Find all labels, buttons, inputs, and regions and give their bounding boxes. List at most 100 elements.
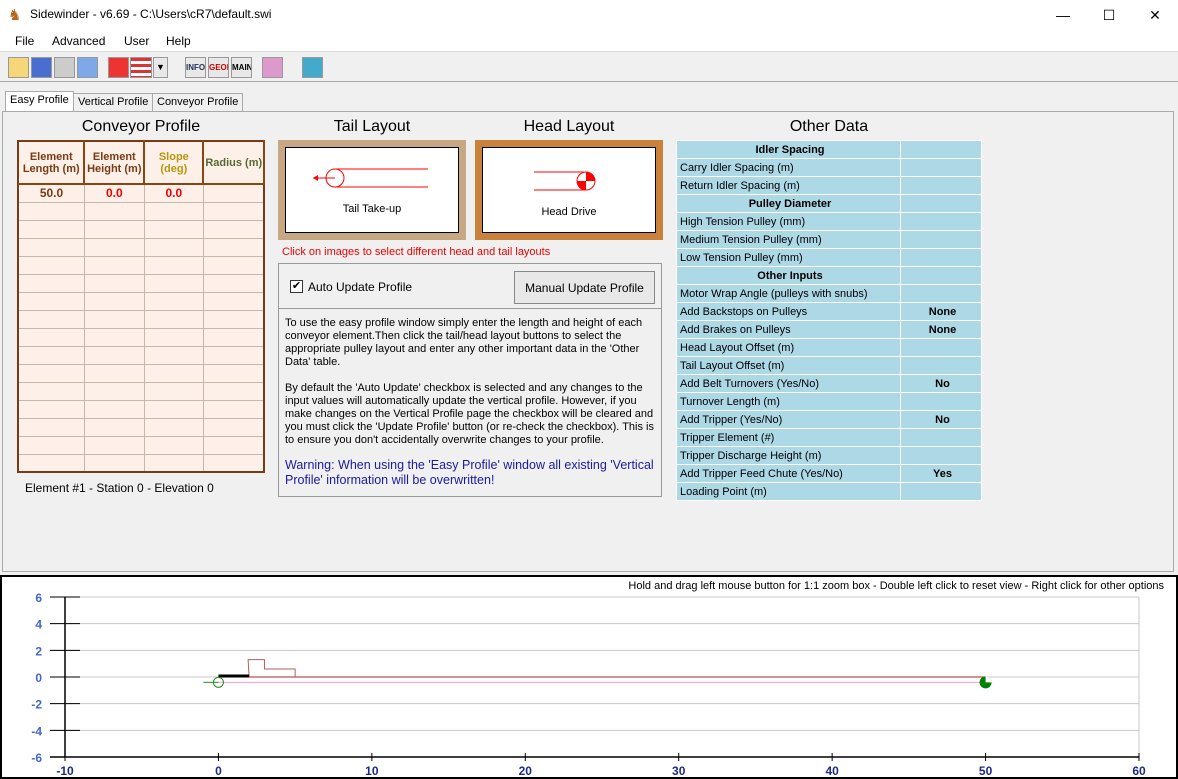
tab-conveyor-profile[interactable]: Conveyor Profile [152, 93, 244, 112]
table-cell[interactable] [143, 435, 204, 455]
table-cell[interactable] [143, 237, 204, 257]
minimize-button[interactable]: — [1040, 0, 1086, 30]
field-value[interactable]: None [900, 302, 982, 321]
table-cell[interactable] [17, 201, 85, 221]
tab-easy-profile[interactable]: Easy Profile [5, 91, 74, 112]
table-cell[interactable] [202, 417, 265, 437]
table-cell[interactable] [83, 201, 145, 221]
table-cell[interactable] [202, 399, 265, 419]
table-cell[interactable] [83, 363, 145, 383]
table-cell[interactable] [143, 291, 204, 311]
field-value[interactable] [900, 158, 982, 177]
table-cell[interactable] [83, 219, 145, 239]
table-cell[interactable] [83, 453, 145, 473]
table-cell[interactable] [202, 201, 265, 221]
main-icon[interactable]: MAIN [231, 57, 252, 78]
table-cell[interactable] [202, 327, 265, 347]
table-cell[interactable] [83, 309, 145, 329]
units-icon[interactable] [108, 57, 129, 78]
field-value[interactable]: No [900, 374, 982, 393]
close-button[interactable]: ✕ [1132, 0, 1178, 30]
print-icon[interactable] [54, 57, 75, 78]
field-value[interactable] [900, 266, 982, 285]
table-cell[interactable] [17, 291, 85, 311]
table-cell[interactable] [202, 453, 265, 473]
table-cell[interactable] [202, 237, 265, 257]
open-folder-icon[interactable] [8, 57, 29, 78]
table-cell[interactable]: 0.0 [143, 183, 204, 203]
table-cell[interactable] [143, 327, 204, 347]
menu-help[interactable]: Help [166, 34, 191, 48]
table-cell[interactable] [83, 237, 145, 257]
table-cell[interactable] [202, 345, 265, 365]
field-value[interactable] [900, 482, 982, 501]
table-cell[interactable] [202, 183, 265, 203]
table-cell[interactable] [83, 381, 145, 401]
tab-vertical-profile[interactable]: Vertical Profile [73, 93, 154, 112]
table-cell[interactable] [143, 381, 204, 401]
field-value[interactable] [900, 356, 982, 375]
field-value[interactable] [900, 176, 982, 195]
field-value[interactable] [900, 428, 982, 447]
field-value[interactable] [900, 446, 982, 465]
info-icon[interactable]: INFO [185, 57, 206, 78]
save-icon[interactable] [31, 57, 52, 78]
head-layout-image[interactable]: Head Drive [475, 140, 663, 240]
table-cell[interactable]: 50.0 [17, 183, 85, 203]
table-cell[interactable] [202, 309, 265, 329]
table-cell[interactable] [143, 201, 204, 221]
table-cell[interactable] [143, 453, 204, 473]
field-value[interactable] [900, 284, 982, 303]
manual-update-profile-button[interactable]: Manual Update Profile [514, 271, 655, 304]
tail-layout-image[interactable]: Tail Take-up [278, 140, 466, 240]
table-cell[interactable] [17, 435, 85, 455]
table-cell[interactable] [202, 381, 265, 401]
table-cell[interactable] [143, 273, 204, 293]
table-cell[interactable] [83, 327, 145, 347]
us-flag-icon[interactable] [130, 57, 152, 78]
table-cell[interactable] [17, 327, 85, 347]
table-cell[interactable] [17, 255, 85, 275]
edit-icon[interactable] [77, 57, 98, 78]
field-value[interactable] [900, 248, 982, 267]
calculator-icon[interactable] [302, 57, 323, 78]
table-cell[interactable] [17, 453, 85, 473]
field-value[interactable] [900, 338, 982, 357]
table-cell[interactable] [83, 399, 145, 419]
table-cell[interactable] [202, 363, 265, 383]
table-cell[interactable] [143, 363, 204, 383]
menu-user[interactable]: User [124, 34, 149, 48]
field-value[interactable]: Yes [900, 464, 982, 483]
field-value[interactable] [900, 392, 982, 411]
table-cell[interactable] [83, 417, 145, 437]
geom-icon[interactable]: GEOM [208, 57, 229, 78]
table-cell[interactable] [143, 345, 204, 365]
field-value[interactable] [900, 212, 982, 231]
table-cell[interactable] [143, 309, 204, 329]
table-cell[interactable] [17, 399, 85, 419]
table-cell[interactable] [143, 417, 204, 437]
chart-icon[interactable] [262, 57, 283, 78]
table-cell[interactable] [17, 381, 85, 401]
table-cell[interactable]: 0.0 [83, 183, 145, 203]
table-cell[interactable] [83, 345, 145, 365]
table-cell[interactable] [143, 255, 204, 275]
maximize-button[interactable]: ☐ [1086, 0, 1132, 30]
menu-advanced[interactable]: Advanced [52, 34, 105, 48]
field-value[interactable] [900, 140, 982, 159]
auto-update-checkbox[interactable]: ✔ [290, 280, 303, 293]
table-cell[interactable] [143, 219, 204, 239]
table-cell[interactable] [83, 255, 145, 275]
field-value[interactable]: None [900, 320, 982, 339]
menu-file[interactable]: File [15, 34, 34, 48]
field-value[interactable] [900, 194, 982, 213]
table-cell[interactable] [17, 309, 85, 329]
table-cell[interactable] [17, 363, 85, 383]
table-cell[interactable] [143, 399, 204, 419]
table-cell[interactable] [17, 345, 85, 365]
table-cell[interactable] [17, 417, 85, 437]
table-cell[interactable] [202, 435, 265, 455]
table-cell[interactable] [83, 291, 145, 311]
table-cell[interactable] [83, 435, 145, 455]
table-cell[interactable] [202, 219, 265, 239]
